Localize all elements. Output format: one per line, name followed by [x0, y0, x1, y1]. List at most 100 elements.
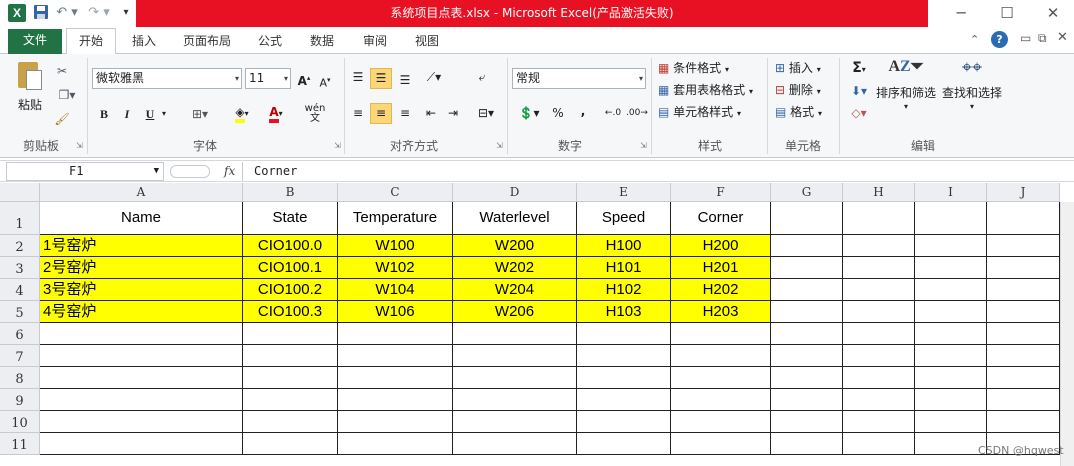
empty-cell[interactable] — [987, 367, 1060, 389]
fill-color-icon[interactable]: ◈▾ — [228, 103, 256, 123]
fill-icon[interactable]: ⬇▾ — [845, 82, 873, 100]
data-cell[interactable]: H203 — [671, 301, 771, 323]
row-header-4[interactable]: 4 — [0, 279, 40, 301]
empty-cell[interactable] — [843, 389, 915, 411]
formula-splitter[interactable] — [170, 165, 210, 178]
select-all-corner[interactable] — [0, 183, 40, 202]
empty-cell[interactable] — [987, 389, 1060, 411]
empty-cell[interactable] — [915, 202, 987, 235]
empty-cell[interactable] — [40, 345, 243, 367]
tab-file[interactable]: 文件 — [8, 29, 62, 54]
data-cell[interactable]: H102 — [577, 279, 671, 301]
empty-cell[interactable] — [915, 235, 987, 257]
empty-cell[interactable] — [771, 323, 843, 345]
tab-home[interactable]: 开始 — [66, 28, 116, 55]
empty-cell[interactable] — [771, 433, 843, 455]
clear-icon[interactable]: ◇▾ — [845, 104, 873, 122]
empty-cell[interactable] — [671, 323, 771, 345]
empty-cell[interactable] — [843, 202, 915, 235]
empty-cell[interactable] — [771, 279, 843, 301]
empty-cell[interactable] — [577, 433, 671, 455]
header-cell[interactable]: State — [243, 202, 338, 235]
data-cell[interactable]: H200 — [671, 235, 771, 257]
data-cell[interactable]: H201 — [671, 257, 771, 279]
align-bottom-icon[interactable]: ☰ — [396, 71, 414, 89]
data-cell[interactable]: 4号窑炉 — [40, 301, 243, 323]
empty-cell[interactable] — [453, 389, 577, 411]
header-cell[interactable]: Waterlevel — [453, 202, 577, 235]
data-cell[interactable]: 3号窑炉 — [40, 279, 243, 301]
empty-cell[interactable] — [453, 323, 577, 345]
tab-view[interactable]: 视图 — [407, 31, 447, 54]
empty-cell[interactable] — [671, 367, 771, 389]
font-name-select[interactable]: 微软雅黑 ▾ — [92, 68, 242, 89]
number-format-select[interactable]: 常规 ▾ — [512, 68, 646, 89]
empty-cell[interactable] — [771, 367, 843, 389]
empty-cell[interactable] — [453, 411, 577, 433]
merge-center-icon[interactable]: ⊟▾ — [472, 104, 500, 122]
workbook-restore-icon[interactable]: ⧉ — [1038, 31, 1047, 46]
empty-cell[interactable] — [671, 345, 771, 367]
empty-cell[interactable] — [843, 279, 915, 301]
tab-review[interactable]: 审阅 — [355, 31, 395, 54]
data-cell[interactable]: W106 — [338, 301, 453, 323]
row-header-11[interactable]: 11 — [0, 433, 40, 455]
empty-cell[interactable] — [987, 202, 1060, 235]
font-size-select[interactable]: 11 ▾ — [245, 68, 291, 89]
row-header-8[interactable]: 8 — [0, 367, 40, 389]
data-cell[interactable]: H101 — [577, 257, 671, 279]
underline-dropdown-icon[interactable]: ▾ — [159, 105, 169, 123]
insert-function-icon[interactable]: fx — [224, 162, 240, 181]
column-header-b[interactable]: B — [243, 183, 338, 202]
autosum-icon[interactable]: Σ▾ — [845, 59, 873, 79]
column-header-j[interactable]: J — [987, 183, 1060, 202]
empty-cell[interactable] — [577, 323, 671, 345]
data-cell[interactable]: W200 — [453, 235, 577, 257]
copy-icon[interactable]: ❐▾ — [54, 86, 80, 104]
data-cell[interactable]: 1号窑炉 — [40, 235, 243, 257]
workbook-minimize-icon[interactable]: ▭ — [1020, 31, 1031, 45]
column-header-e[interactable]: E — [577, 183, 671, 202]
header-cell[interactable]: Temperature — [338, 202, 453, 235]
close-button[interactable]: ✕ — [1030, 0, 1074, 27]
empty-cell[interactable] — [577, 411, 671, 433]
italic-button[interactable]: I — [119, 105, 135, 123]
data-cell[interactable]: W102 — [338, 257, 453, 279]
empty-cell[interactable] — [40, 411, 243, 433]
empty-cell[interactable] — [453, 433, 577, 455]
empty-cell[interactable] — [771, 202, 843, 235]
empty-cell[interactable] — [671, 433, 771, 455]
vertical-scrollbar[interactable] — [1060, 202, 1074, 466]
column-header-d[interactable]: D — [453, 183, 577, 202]
empty-cell[interactable] — [987, 301, 1060, 323]
increase-decimal-icon[interactable]: ←.0 — [604, 104, 622, 122]
empty-cell[interactable] — [243, 345, 338, 367]
data-cell[interactable]: W206 — [453, 301, 577, 323]
phonetic-guide-icon[interactable]: wén 文 — [300, 104, 330, 124]
tab-insert[interactable]: 插入 — [124, 31, 164, 54]
increase-font-icon[interactable]: A▴ — [296, 69, 312, 90]
empty-cell[interactable] — [40, 367, 243, 389]
empty-cell[interactable] — [453, 345, 577, 367]
conditional-format-button[interactable]: ▦ 条件格式 ▾ — [658, 60, 729, 78]
data-cell[interactable]: CIO100.2 — [243, 279, 338, 301]
row-header-6[interactable]: 6 — [0, 323, 40, 345]
delete-cells-button[interactable]: ⊟ 删除 ▾ — [775, 82, 821, 100]
data-cell[interactable]: W202 — [453, 257, 577, 279]
empty-cell[interactable] — [915, 367, 987, 389]
empty-cell[interactable] — [915, 433, 987, 455]
find-select-button[interactable]: ⌖⌖ 查找和选择 ▾ — [940, 58, 1004, 112]
row-header-2[interactable]: 2 — [0, 235, 40, 257]
align-right-icon[interactable]: ≡ — [396, 104, 414, 122]
wrap-text-icon[interactable]: ⤶ — [472, 68, 492, 86]
cell-styles-button[interactable]: ▤ 单元格样式 ▾ — [658, 104, 741, 122]
customize-icon[interactable]: ▾ — [120, 4, 132, 22]
formula-input[interactable]: Corner — [242, 162, 1066, 181]
empty-cell[interactable] — [771, 257, 843, 279]
empty-cell[interactable] — [915, 279, 987, 301]
empty-cell[interactable] — [338, 345, 453, 367]
data-cell[interactable]: H103 — [577, 301, 671, 323]
header-cell[interactable]: Corner — [671, 202, 771, 235]
minimize-button[interactable]: ─ — [938, 0, 984, 27]
redo-icon[interactable]: ↷ ▾ — [86, 4, 112, 22]
